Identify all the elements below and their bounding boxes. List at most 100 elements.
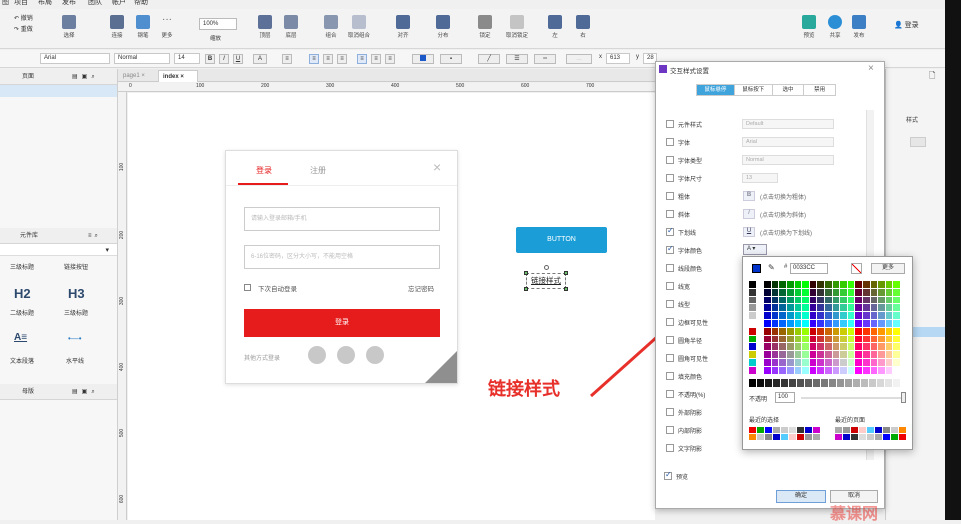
color-swatch[interactable] [863,366,870,374]
color-swatch[interactable] [817,281,824,288]
prop-checkbox[interactable] [666,444,674,452]
fill-color-button[interactable] [412,54,434,64]
color-swatch[interactable] [840,335,847,343]
publish-button[interactable]: 发布 [852,15,866,39]
color-swatch[interactable] [847,351,855,358]
forgot-password-link[interactable]: 忘记密码 [408,283,434,293]
color-swatch[interactable] [771,343,779,351]
color-swatch[interactable] [787,281,794,288]
color-swatch[interactable] [840,312,847,319]
resize-handle[interactable] [564,271,568,275]
redo-button[interactable]: ↷ 重做 [14,24,33,33]
color-swatch[interactable] [779,343,786,351]
menu-item[interactable]: 布局 [38,0,52,7]
color-swatch[interactable] [817,296,824,304]
share-button[interactable]: 共享 [828,15,842,39]
color-swatch[interactable] [878,281,885,288]
recent-swatch[interactable] [875,427,882,433]
recent-swatch[interactable] [749,427,756,433]
color-swatch[interactable] [840,359,847,366]
color-swatch[interactable] [893,343,900,351]
recent-swatch[interactable] [891,427,898,433]
color-swatch[interactable] [809,320,817,327]
gray-swatch[interactable] [869,379,876,387]
color-swatch[interactable] [787,320,794,327]
color-swatch[interactable] [847,320,855,327]
color-swatch[interactable] [855,296,862,304]
prop-checkbox[interactable] [666,372,674,380]
color-swatch[interactable] [749,312,756,319]
color-swatch[interactable] [771,296,779,304]
prop-select[interactable]: 13 [742,173,778,183]
color-swatch[interactable] [787,359,794,366]
color-swatch[interactable] [832,288,840,296]
align-top-button[interactable]: ≡ [357,54,367,64]
gray-swatch[interactable] [893,379,900,387]
color-swatch[interactable] [893,288,900,296]
pages-actions-icon[interactable]: ▤▣⌕ [72,69,99,85]
tab-index[interactable]: index × [158,70,198,82]
shadow-button[interactable]: ▪ [440,54,462,64]
color-swatch[interactable] [885,281,893,288]
color-swatch[interactable] [878,359,885,366]
color-swatch[interactable] [847,327,855,335]
color-swatch[interactable] [878,351,885,358]
color-swatch[interactable] [802,281,809,288]
prop-row[interactable]: 元件样式 [666,118,702,130]
align-left-text-button[interactable]: ≡ [309,54,319,64]
color-grid[interactable] [749,281,909,375]
prop-row[interactable]: 字体颜色 [666,244,702,256]
color-swatch[interactable] [878,304,885,312]
color-swatch[interactable] [893,366,900,374]
color-swatch[interactable] [825,366,832,374]
select-tool[interactable]: 选择 [62,15,76,39]
color-swatch[interactable] [855,366,862,374]
color-swatch[interactable] [809,359,817,366]
color-swatch[interactable] [870,288,878,296]
prop-checkbox[interactable] [666,318,674,326]
prop-checkbox[interactable] [666,226,674,236]
preview-row[interactable]: 预览 [664,470,688,482]
color-swatch[interactable] [893,296,900,304]
color-swatch[interactable] [840,296,847,304]
prop-checkbox[interactable] [666,282,674,290]
color-swatch[interactable] [749,304,756,312]
color-swatch[interactable] [893,312,900,319]
prop-checkbox[interactable] [666,264,674,272]
color-swatch[interactable] [764,296,771,304]
color-swatch[interactable] [825,343,832,351]
gray-swatch[interactable] [821,379,828,387]
gray-swatch[interactable] [829,379,836,387]
recent-swatch[interactable] [805,427,812,433]
horizontal-line-icon[interactable]: •—• [68,334,82,343]
color-swatch[interactable] [832,359,840,366]
color-swatch[interactable] [863,281,870,288]
right-button[interactable]: 右 [576,15,590,39]
color-swatch[interactable] [878,335,885,343]
color-swatch[interactable] [832,343,840,351]
color-swatch[interactable] [825,359,832,366]
recent-swatch[interactable] [789,434,796,440]
color-swatch[interactable] [802,366,809,374]
color-swatch[interactable] [885,288,893,296]
color-swatch[interactable] [855,320,862,327]
color-swatch[interactable] [764,327,771,335]
color-swatch[interactable] [863,312,870,319]
recent-swatch[interactable] [859,427,866,433]
color-swatch[interactable] [832,366,840,374]
masters-actions-icon[interactable]: ▤▣⌕ [72,384,99,400]
recent-swatch[interactable] [757,427,764,433]
color-swatch[interactable] [809,351,817,358]
wechat-icon[interactable] [337,346,355,364]
recent-page-swatches[interactable] [835,427,907,441]
gray-swatch[interactable] [805,379,812,387]
recent-swatch[interactable] [843,434,850,440]
color-swatch[interactable] [885,343,893,351]
gray-swatch[interactable] [749,379,756,387]
color-swatch[interactable] [749,366,756,374]
color-swatch[interactable] [809,312,817,319]
prop-row[interactable]: 字体 [666,136,690,148]
color-swatch[interactable] [847,288,855,296]
right-panel-button[interactable] [910,137,926,147]
color-swatch[interactable] [825,320,832,327]
